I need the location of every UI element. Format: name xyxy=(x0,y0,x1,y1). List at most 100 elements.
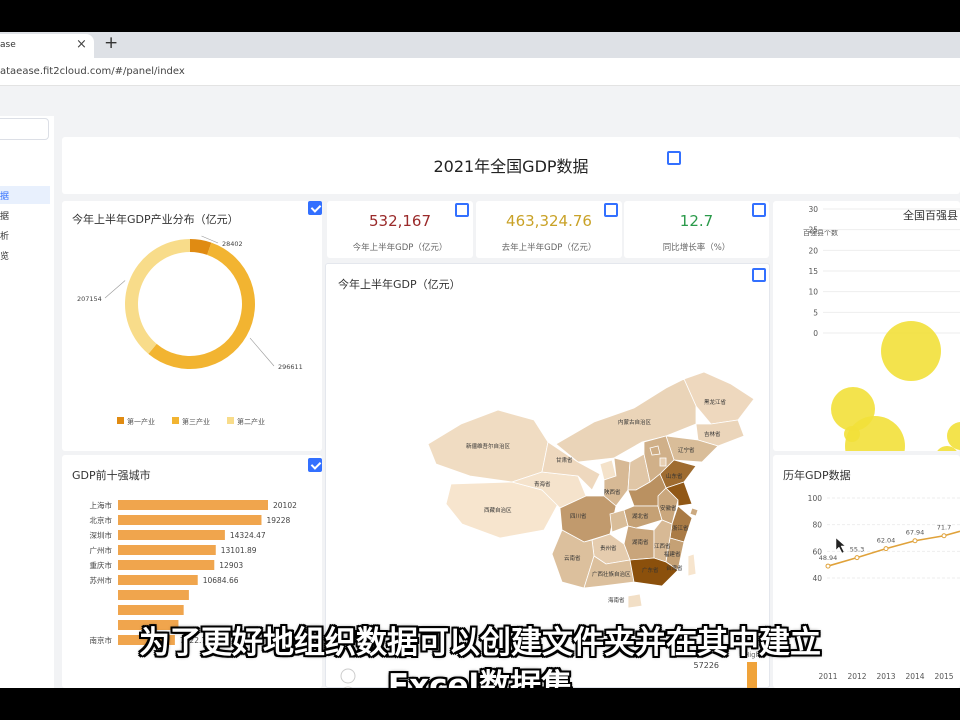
history-point[interactable] xyxy=(825,563,831,569)
map-region-label: 海南省 xyxy=(608,596,625,604)
bubble-point[interactable] xyxy=(947,422,960,450)
map-region-label: 山东省 xyxy=(666,472,683,480)
kpi-label: 去年上半年GDP（亿元） xyxy=(501,243,597,253)
bubble-chart: 全国百强县百强县个数302520151050内蒙古自治区江西省GDP（亿 xyxy=(803,205,960,451)
bubble-y-tick: 5 xyxy=(813,308,818,317)
history-value-label: 67.94 xyxy=(906,529,925,537)
kpi-select-checkbox[interactable] xyxy=(455,203,469,217)
donut-legend-label: 第三产业 xyxy=(182,417,210,426)
tab-close-icon[interactable]: × xyxy=(76,37,87,52)
city-name: 上海市 xyxy=(90,500,113,510)
city-bar[interactable] xyxy=(118,575,198,585)
kpi-card[interactable]: 463,324.76 去年上半年GDP（亿元） xyxy=(476,201,622,258)
kpi-value: 12.7 xyxy=(679,212,714,230)
city-bar[interactable] xyxy=(118,545,216,555)
sidebar: 据据析览 xyxy=(0,116,54,688)
city-name: 北京市 xyxy=(90,515,113,525)
city-bar[interactable] xyxy=(118,605,184,615)
map-region-label: 新疆维吾尔自治区 xyxy=(466,442,511,450)
dashboard-title-panel: 2021年全国GDP数据 xyxy=(62,137,960,194)
kpi-value: 532,167 xyxy=(368,212,432,230)
donut-legend-label: 第二产业 xyxy=(237,417,265,426)
map-region-上海市[interactable] xyxy=(689,507,699,517)
sidebar-item-1[interactable]: 据 xyxy=(0,206,50,224)
donut-leader-line xyxy=(249,337,275,367)
new-tab-icon[interactable]: + xyxy=(104,33,118,53)
city-value: 19228 xyxy=(266,516,290,525)
map-region-海南省[interactable] xyxy=(627,593,643,609)
bubble-y-tick: 30 xyxy=(808,205,818,214)
map-region-label: 江西省 xyxy=(654,542,671,550)
map-region-台湾省[interactable] xyxy=(687,553,697,577)
map-region-label: 吉林省 xyxy=(704,430,721,438)
donut-legend-swatch xyxy=(227,417,234,424)
kpi-card[interactable]: 12.7 同比增长率（%） xyxy=(624,201,769,258)
city-bar[interactable] xyxy=(118,530,225,540)
city-value: 12903 xyxy=(219,561,243,570)
bubble-chart-panel[interactable]: 全国百强县百强县个数302520151050内蒙古自治区江西省GDP（亿 xyxy=(773,201,960,451)
tab-title: ase xyxy=(0,40,16,50)
sidebar-item-2[interactable]: 析 xyxy=(0,226,50,244)
kpi-value: 463,324.76 xyxy=(506,212,592,230)
history-point[interactable] xyxy=(941,533,947,539)
kpi-select-checkbox[interactable] xyxy=(604,203,618,217)
map-region-label: 内蒙古自治区 xyxy=(618,418,652,426)
title-select-checkbox[interactable] xyxy=(667,151,681,165)
history-y-tick: 80 xyxy=(812,521,822,530)
subtitle-line-1: 为了更好地组织数据可以创建文件夹并在其中建立 xyxy=(139,625,821,661)
map-region-label: 陕西省 xyxy=(604,488,621,496)
tab-bar: ase × + xyxy=(0,32,960,58)
city-bar[interactable] xyxy=(118,500,268,510)
history-y-tick: 40 xyxy=(812,574,822,583)
map-region-label: 浙江省 xyxy=(672,524,689,532)
video-subtitle: 为了更好地组织数据可以创建文件夹并在其中建立 Excel数据集 xyxy=(0,622,960,688)
map-region-label: 湖北省 xyxy=(632,512,649,520)
history-point[interactable] xyxy=(883,546,889,552)
map-region-label: 广西壮族自治区 xyxy=(592,570,631,578)
subtitle-line-2: Excel数据集 xyxy=(387,668,573,688)
history-point[interactable] xyxy=(912,538,918,544)
map-region-北京市[interactable] xyxy=(649,445,661,456)
history-point[interactable] xyxy=(854,555,860,561)
map-region-label: 辽宁省 xyxy=(678,446,695,454)
kpi-label: 同比增长率（%） xyxy=(662,243,731,253)
sidebar-search-input[interactable] xyxy=(0,118,49,140)
city-value: 10684.66 xyxy=(203,576,239,585)
map-region-label: 青海省 xyxy=(534,480,551,488)
browser-tab[interactable]: ase × xyxy=(0,34,94,58)
address-bar[interactable]: ataease.fit2cloud.com/#/panel/index xyxy=(0,58,960,86)
donut-slice-label: 296611 xyxy=(278,363,303,371)
city-name: 苏州市 xyxy=(90,575,113,585)
map-region-label: 甘肃省 xyxy=(556,456,573,464)
history-value-label: 55.3 xyxy=(850,546,864,554)
map-region-天津市[interactable] xyxy=(659,457,667,467)
donut-slice-第三产业[interactable] xyxy=(148,242,255,369)
kpi-select-checkbox[interactable] xyxy=(752,203,766,217)
city-name: 广州市 xyxy=(90,545,113,555)
kpi-card[interactable]: 532,167 今年上半年GDP（亿元） xyxy=(327,201,473,258)
map-region-label: 安徽省 xyxy=(660,504,677,512)
city-bar[interactable] xyxy=(118,560,215,570)
bubble-point[interactable] xyxy=(844,426,860,442)
sidebar-item-0[interactable]: 据 xyxy=(0,186,50,204)
sidebar-item-3[interactable]: 览 xyxy=(0,246,50,264)
page-viewport: 据据析览 2021年全国GDP数据 今年上半年GDP产业分布（亿元） 28402… xyxy=(0,86,960,688)
donut-chart: 28402 296611 207154 第一产业 第三产业 第二产业 xyxy=(77,235,303,426)
url-text[interactable]: ataease.fit2cloud.com/#/panel/index xyxy=(0,66,185,77)
bubble-y-tick: 0 xyxy=(813,329,818,338)
dashboard-title: 2021年全国GDP数据 xyxy=(433,157,589,176)
history-value-label: 48.94 xyxy=(819,554,838,562)
bubble-y-tick: 15 xyxy=(808,267,818,276)
city-bar[interactable] xyxy=(118,515,262,525)
city-bar[interactable] xyxy=(118,590,189,600)
map-region-label: 四川省 xyxy=(570,512,587,520)
donut-chart-panel[interactable]: 今年上半年GDP产业分布（亿元） 28402 296611 207154 第一产业 第三… xyxy=(62,201,322,451)
donut-slice-label: 28402 xyxy=(222,240,243,248)
donut-slice-第二产业[interactable] xyxy=(125,239,190,354)
map-region-label: 云南省 xyxy=(564,554,581,562)
bubble-title: 全国百强县 xyxy=(903,208,958,222)
bubble-point[interactable] xyxy=(881,321,941,381)
history-value-label: 62.04 xyxy=(877,537,896,545)
kpi-label: 今年上半年GDP（亿元） xyxy=(352,243,448,253)
city-value: 14324.47 xyxy=(230,531,266,540)
